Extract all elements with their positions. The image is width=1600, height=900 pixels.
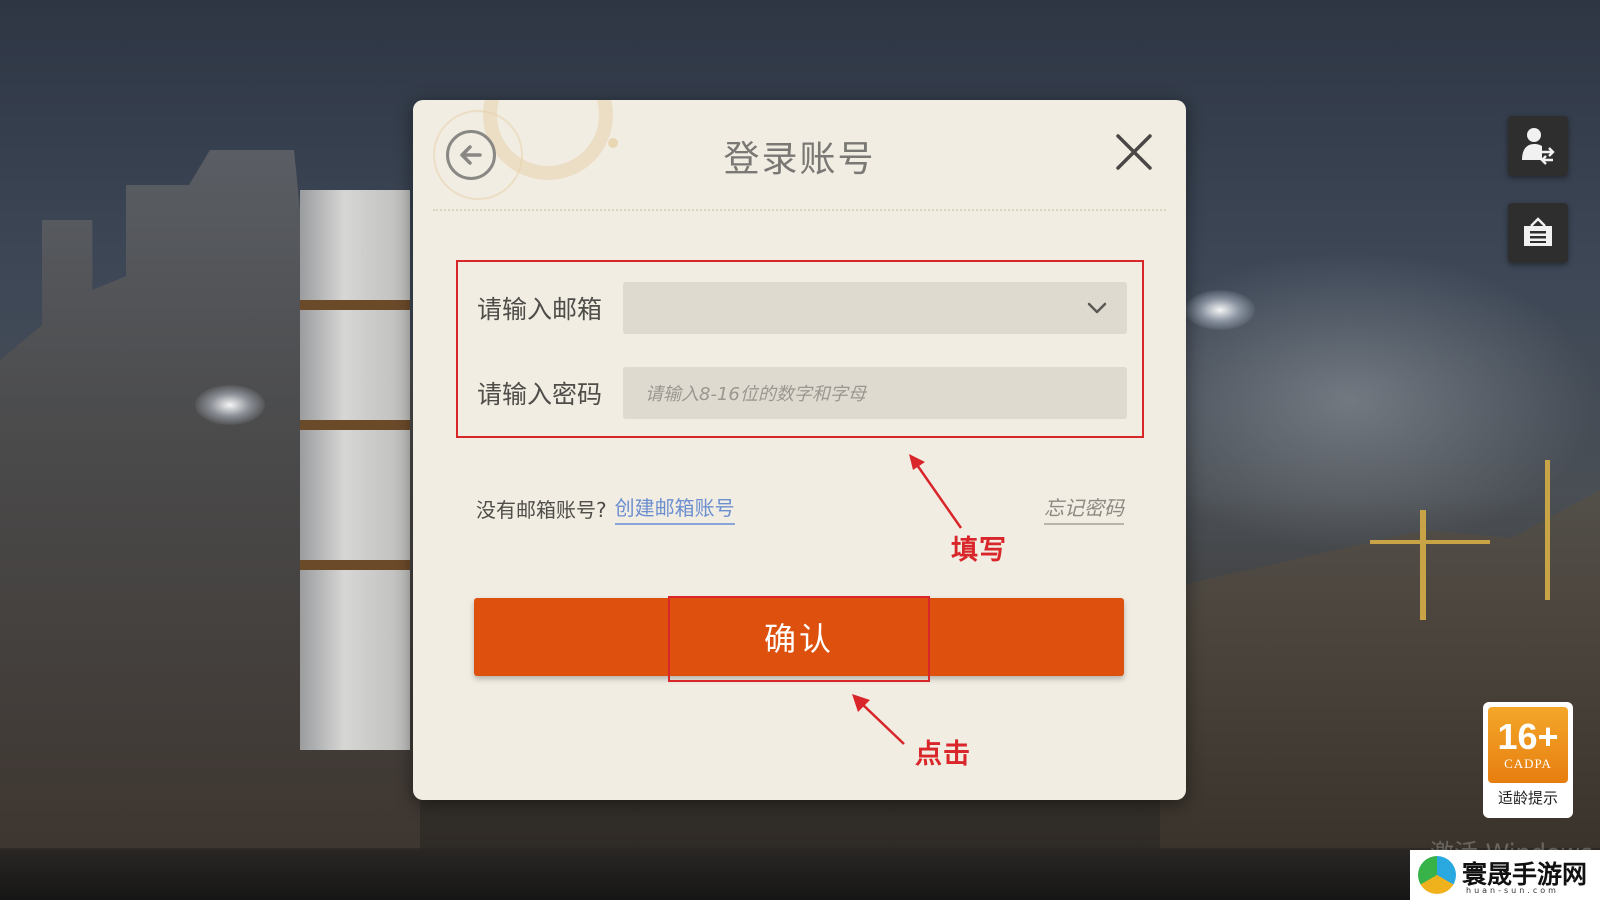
site-watermark-logo: 寰晟手游网 huan-sun.com — [1410, 850, 1600, 900]
switch-account-icon — [1522, 128, 1555, 165]
site-logo-icon — [1418, 856, 1456, 894]
annotation-arrow-icon — [909, 454, 963, 529]
announcement-board-icon — [1524, 217, 1552, 246]
click-annotation: 点击 — [915, 739, 971, 770]
age-rating-top: 16+ CADPA — [1488, 707, 1568, 783]
close-icon — [1116, 134, 1152, 170]
bottom-shade — [0, 848, 1600, 900]
no-account-text: 没有邮箱账号? — [476, 498, 607, 522]
tower-stripe — [300, 560, 410, 570]
signup-row: 没有邮箱账号? 创建邮箱账号 — [476, 492, 735, 525]
email-row: 请输入邮箱 — [477, 282, 1127, 334]
tower-stripe — [300, 420, 410, 430]
site-url: huan-sun.com — [1466, 886, 1559, 895]
white-tower — [300, 190, 410, 750]
password-placeholder: 请输入8-16位的数字和字母 — [645, 384, 866, 405]
email-label: 请输入邮箱 — [477, 295, 603, 324]
password-input[interactable]: 请输入8-16位的数字和字母 — [623, 367, 1127, 419]
fill-annotation: 填写 — [951, 535, 1007, 566]
password-row: 请输入密码 请输入8-16位的数字和字母 — [477, 367, 1127, 419]
chevron-down-icon[interactable] — [1085, 296, 1109, 320]
age-org: CADPA — [1504, 756, 1552, 771]
flood-light — [1185, 290, 1255, 330]
password-label: 请输入密码 — [477, 380, 603, 409]
tower-stripe — [300, 300, 410, 310]
create-account-link[interactable]: 创建邮箱账号 — [614, 492, 735, 525]
announcement-button[interactable] — [1508, 203, 1568, 263]
annotation-arrow-icon — [852, 694, 905, 745]
switch-account-button[interactable] — [1508, 116, 1568, 176]
confirm-button[interactable]: 确认 — [474, 598, 1124, 676]
confirm-button-label: 确认 — [763, 620, 834, 658]
flood-light — [195, 385, 265, 425]
forgot-password-link[interactable]: 忘记密码 — [1044, 492, 1124, 525]
crane-arm — [1370, 540, 1490, 544]
login-dialog: 登录账号 请输入邮箱 请输入密码 请输入8-16位的数字和字母 没有邮箱账号? … — [413, 100, 1186, 800]
crane-mast — [1545, 460, 1550, 600]
crane-mast — [1420, 510, 1426, 620]
age-rating-badge: 16+ CADPA 适龄提示 — [1483, 702, 1573, 818]
email-dropdown[interactable] — [623, 282, 1127, 334]
close-button[interactable] — [1112, 130, 1156, 174]
dialog-title: 登录账号 — [723, 139, 876, 180]
age-number: 16+ — [1497, 716, 1559, 757]
title-divider — [433, 209, 1166, 211]
age-tip: 适龄提示 — [1497, 789, 1558, 807]
